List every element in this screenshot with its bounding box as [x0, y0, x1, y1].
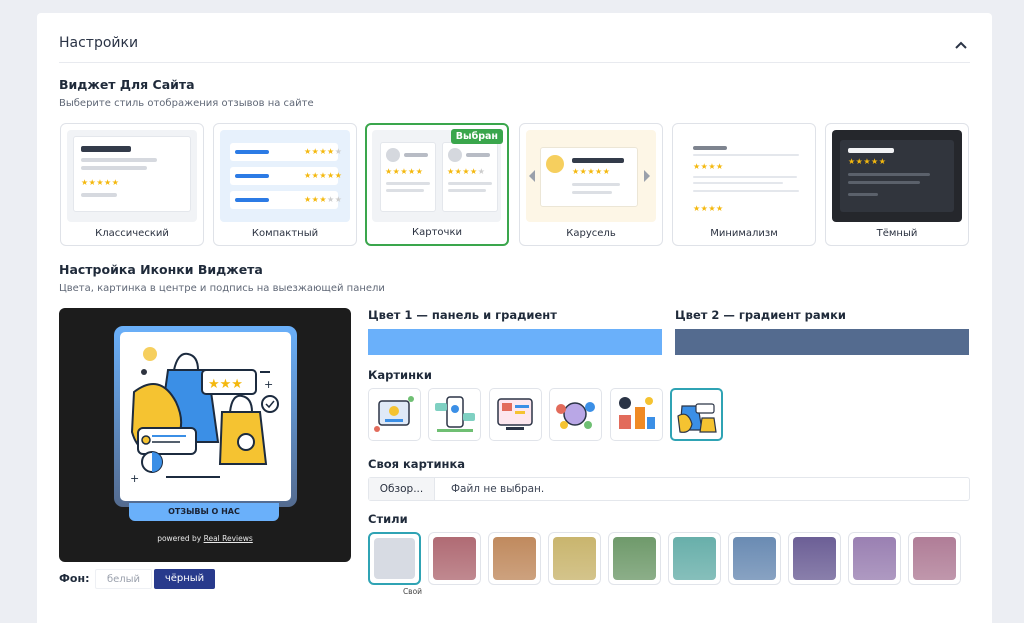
swatch-fill [493, 537, 536, 580]
picture-option[interactable] [368, 388, 421, 441]
picture-option[interactable] [549, 388, 602, 441]
style-tile-cards[interactable]: ★★★★★ ★★★★★ Выбран Карточки [365, 123, 509, 246]
style-swatch[interactable] [608, 532, 661, 585]
widget-section-title: Виджет Для Сайта [59, 77, 195, 92]
style-tile-carousel[interactable]: ★★★★★ Карусель [519, 123, 663, 246]
background-white-button[interactable]: белый [95, 569, 152, 589]
icon-frame: ★★★ + + [114, 326, 297, 507]
panel-caption: ОТЗЫВЫ О НАС [129, 503, 279, 521]
background-label: Фон: [59, 572, 90, 585]
icon-section-title: Настройка Иконки Виджета [59, 262, 263, 277]
browse-button[interactable]: Обзор... [369, 478, 435, 500]
custom-style-caption: Свой [402, 587, 423, 596]
picture-option[interactable] [489, 388, 542, 441]
icon-image: ★★★ + + [120, 332, 291, 501]
picture-thumbnail [435, 396, 475, 432]
style-tile-dark[interactable]: ★★★★★ Тёмный [825, 123, 969, 246]
file-input[interactable]: Обзор... Файл не выбран. [368, 477, 970, 501]
picture-thumbnail [497, 398, 533, 430]
picture-thumbnail [619, 397, 655, 429]
style-swatch[interactable] [848, 532, 901, 585]
custom-picture-title: Своя картинка [368, 457, 466, 471]
chevron-up-icon[interactable] [954, 39, 968, 51]
style-swatch[interactable] [788, 532, 841, 585]
style-preview-compact: ★★★★★ ★★★★★ ★★★★★ [220, 130, 350, 222]
swatch-fill [374, 538, 415, 579]
picture-option[interactable] [610, 388, 663, 441]
swatch-fill [673, 537, 716, 580]
svg-text:+: + [130, 472, 139, 485]
picture-option-selected[interactable] [670, 388, 723, 441]
style-swatch[interactable] [668, 532, 721, 585]
color1-swatch[interactable] [368, 329, 662, 355]
style-swatch[interactable] [428, 532, 481, 585]
settings-panel: Настройки Виджет Для Сайта Выберите стил… [37, 13, 992, 623]
style-label: Карусель [566, 228, 616, 239]
color2-swatch[interactable] [675, 329, 969, 355]
pictures-title: Картинки [368, 368, 432, 382]
styles-title: Стили [368, 512, 408, 526]
color1-label: Цвет 1 — панель и градиент [368, 308, 557, 322]
svg-text:★★★: ★★★ [208, 377, 243, 392]
style-label: Карточки [412, 227, 462, 238]
icon-preview: ★★★ + + ОТЗЫВЫ О НАС powered by Real Rev… [59, 308, 351, 562]
style-swatch[interactable] [548, 532, 601, 585]
style-label: Минимализм [710, 228, 778, 239]
swatch-fill [853, 537, 896, 580]
svg-text:+: + [264, 378, 273, 391]
swatch-fill [913, 537, 956, 580]
style-label: Классический [95, 228, 169, 239]
picture-option[interactable] [428, 388, 481, 441]
swatch-fill [733, 537, 776, 580]
style-tile-compact[interactable]: ★★★★★ ★★★★★ ★★★★★ Компактный [213, 123, 357, 246]
picture-thumbnail [556, 402, 595, 429]
file-status: Файл не выбран. [451, 483, 545, 495]
divider [59, 62, 970, 63]
panel-title: Настройки [59, 35, 139, 51]
style-swatch[interactable] [908, 532, 961, 585]
swatch-fill [793, 537, 836, 580]
style-preview-minimal: ★★★★ ★★★★ [679, 130, 809, 222]
powered-by: powered by Real Reviews [59, 534, 351, 543]
picture-thumbnail [374, 396, 414, 432]
background-black-button[interactable]: чёрный [154, 569, 215, 589]
powered-prefix: powered by [157, 534, 202, 543]
style-tile-minimal[interactable]: ★★★★ ★★★★ Минимализм [672, 123, 816, 246]
style-swatch[interactable] [488, 532, 541, 585]
style-preview-carousel: ★★★★★ [526, 130, 656, 222]
swatch-fill [553, 537, 596, 580]
icon-section-subtitle: Цвета, картинка в центре и подпись на вы… [59, 283, 385, 294]
swatch-fill [433, 537, 476, 580]
style-swatch-custom[interactable] [368, 532, 421, 585]
selected-badge: Выбран [450, 129, 503, 144]
color2-label: Цвет 2 — градиент рамки [675, 308, 846, 322]
brand-link[interactable]: Real Reviews [204, 534, 253, 543]
style-label: Компактный [251, 228, 319, 239]
style-preview-classic: ★★★★★ [67, 130, 197, 222]
swatch-fill [613, 537, 656, 580]
widget-section-subtitle: Выберите стиль отображения отзывов на са… [59, 98, 314, 109]
picture-thumbnail [677, 403, 717, 433]
style-preview-dark: ★★★★★ [832, 130, 962, 222]
style-swatch[interactable] [728, 532, 781, 585]
style-tile-classic[interactable]: ★★★★★ Классический [60, 123, 204, 246]
style-label: Тёмный [876, 228, 918, 239]
